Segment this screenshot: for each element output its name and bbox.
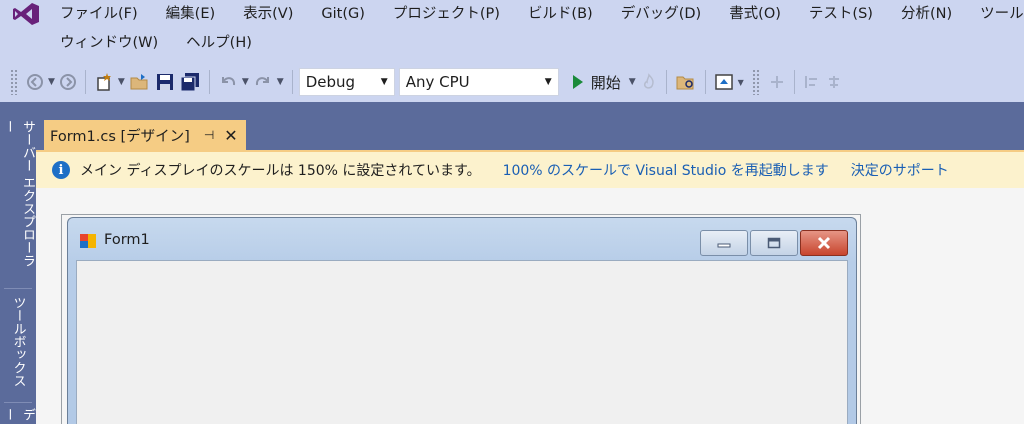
toolbar-separator (793, 70, 795, 94)
align-left-icon[interactable] (803, 69, 821, 95)
undo-dropdown-icon[interactable]: ▼ (242, 77, 249, 87)
forward-icon[interactable] (59, 69, 77, 95)
undo-icon[interactable] (218, 69, 238, 95)
menu-debug[interactable]: デバッグ(D) (607, 0, 715, 28)
menu-window[interactable]: ウィンドウ(W) (44, 29, 172, 57)
new-project-dropdown-icon[interactable]: ▼ (118, 77, 125, 87)
redo-icon[interactable] (253, 69, 273, 95)
platform-combo[interactable]: Any CPU ▼ (398, 68, 559, 96)
visual-studio-logo-icon[interactable] (8, 0, 44, 28)
toolbar-overflow-icon[interactable]: ▼ (738, 78, 744, 87)
back-dropdown-icon[interactable]: ▼ (48, 77, 55, 87)
infobar-message: メイン ディスプレイのスケールは 150% に設定されています。 (80, 163, 481, 179)
form-client-area[interactable] (76, 260, 848, 424)
menu-test[interactable]: テスト(S) (795, 0, 887, 28)
align-center-icon[interactable] (825, 69, 843, 95)
redo-dropdown-icon[interactable]: ▼ (277, 77, 284, 87)
standard-toolbar: ▼ ▼ ▼ ▼ Debug ▼ Any CPU ▼ 開始 ▼ ▼ (0, 62, 1024, 102)
tab-separator (4, 402, 32, 403)
menu-file[interactable]: ファイル(F) (44, 0, 152, 28)
tab-server-explorer[interactable]: サーバー エクスプローラー (0, 120, 36, 280)
menu-build[interactable]: ビルド(B) (514, 0, 607, 28)
scaling-infobar: i メイン ディスプレイのスケールは 150% に設定されています。 100% … (36, 150, 1024, 188)
minimize-icon[interactable] (700, 230, 748, 256)
open-folder-icon[interactable] (129, 69, 151, 95)
breakpoint-toggle-icon[interactable] (768, 69, 786, 95)
info-icon: i (52, 161, 70, 179)
new-project-icon[interactable] (94, 69, 114, 95)
document-tab-title: Form1.cs [デザイン] (50, 128, 190, 145)
chevron-down-icon: ▼ (544, 77, 552, 87)
menu-bar: ファイル(F) 編集(E) 表示(V) Git(G) プロジェクト(P) ビルド… (0, 0, 1024, 62)
menu-view[interactable]: 表示(V) (229, 0, 307, 28)
tab-separator (4, 288, 32, 289)
menu-tools[interactable]: ツール( (966, 0, 1024, 28)
menu-edit[interactable]: 編集(E) (152, 0, 229, 28)
menu-format[interactable]: 書式(O) (715, 0, 795, 28)
toolbar-separator (291, 70, 293, 94)
form-caption-buttons (698, 230, 848, 256)
menu-row-2: ウィンドウ(W) ヘルプ(H) (44, 29, 266, 57)
hot-reload-icon[interactable] (640, 69, 658, 95)
start-dropdown-icon[interactable]: ▼ (629, 77, 636, 87)
platform-value: Any CPU (405, 73, 470, 91)
back-icon[interactable] (26, 69, 44, 95)
form1-window[interactable]: Form1 (67, 217, 857, 424)
close-icon[interactable]: ✕ (224, 126, 237, 145)
menu-help[interactable]: ヘルプ(H) (172, 29, 266, 57)
tab-toolbox[interactable]: ツールボックス (0, 296, 36, 400)
save-all-icon[interactable] (179, 69, 201, 95)
toolbar-grip[interactable] (751, 69, 760, 95)
form-icon (80, 234, 96, 248)
save-icon[interactable] (155, 69, 175, 95)
document-tab-form1-design[interactable]: Form1.cs [デザイン] ⊣ ✕ (44, 120, 246, 150)
decision-help-link[interactable]: 決定のサポート (851, 160, 949, 180)
document-tab-bar: Form1.cs [デザイン] ⊣ ✕ (36, 102, 1024, 150)
pin-icon[interactable]: ⊣ (204, 128, 214, 142)
toolbar-separator (704, 70, 706, 94)
menu-project[interactable]: プロジェクト(P) (379, 0, 514, 28)
menu-analyze[interactable]: 分析(N) (887, 0, 966, 28)
document-area: Form1.cs [デザイン] ⊣ ✕ i メイン ディスプレイのスケールは 1… (36, 102, 1024, 424)
toolbar-grip[interactable] (10, 69, 18, 95)
configuration-value: Debug (305, 73, 356, 91)
form-title: Form1 (104, 232, 150, 248)
menu-row-1: ファイル(F) 編集(E) 表示(V) Git(G) プロジェクト(P) ビルド… (44, 0, 1024, 28)
toolbar-separator (665, 70, 667, 94)
toolbar-separator (84, 70, 86, 94)
find-in-files-icon[interactable] (675, 69, 697, 95)
restart-at-100-link[interactable]: 100% のスケールで Visual Studio を再起動します (503, 160, 829, 180)
maximize-icon[interactable] (750, 230, 798, 256)
chevron-down-icon: ▼ (380, 77, 388, 87)
tab-data-sources[interactable]: デー (0, 408, 36, 424)
configuration-combo[interactable]: Debug ▼ (298, 68, 395, 96)
start-button[interactable]: 開始 (572, 69, 621, 95)
browser-icon[interactable] (714, 69, 734, 95)
window-close-icon[interactable] (800, 230, 848, 256)
toolbar-separator (208, 70, 210, 94)
form-designer-surface[interactable]: Form1 (36, 188, 1024, 424)
left-tool-window-strip: サーバー エクスプローラー ツールボックス デー (0, 102, 36, 424)
menu-git[interactable]: Git(G) (307, 0, 379, 28)
play-icon (572, 75, 583, 89)
start-label: 開始 (590, 73, 621, 92)
